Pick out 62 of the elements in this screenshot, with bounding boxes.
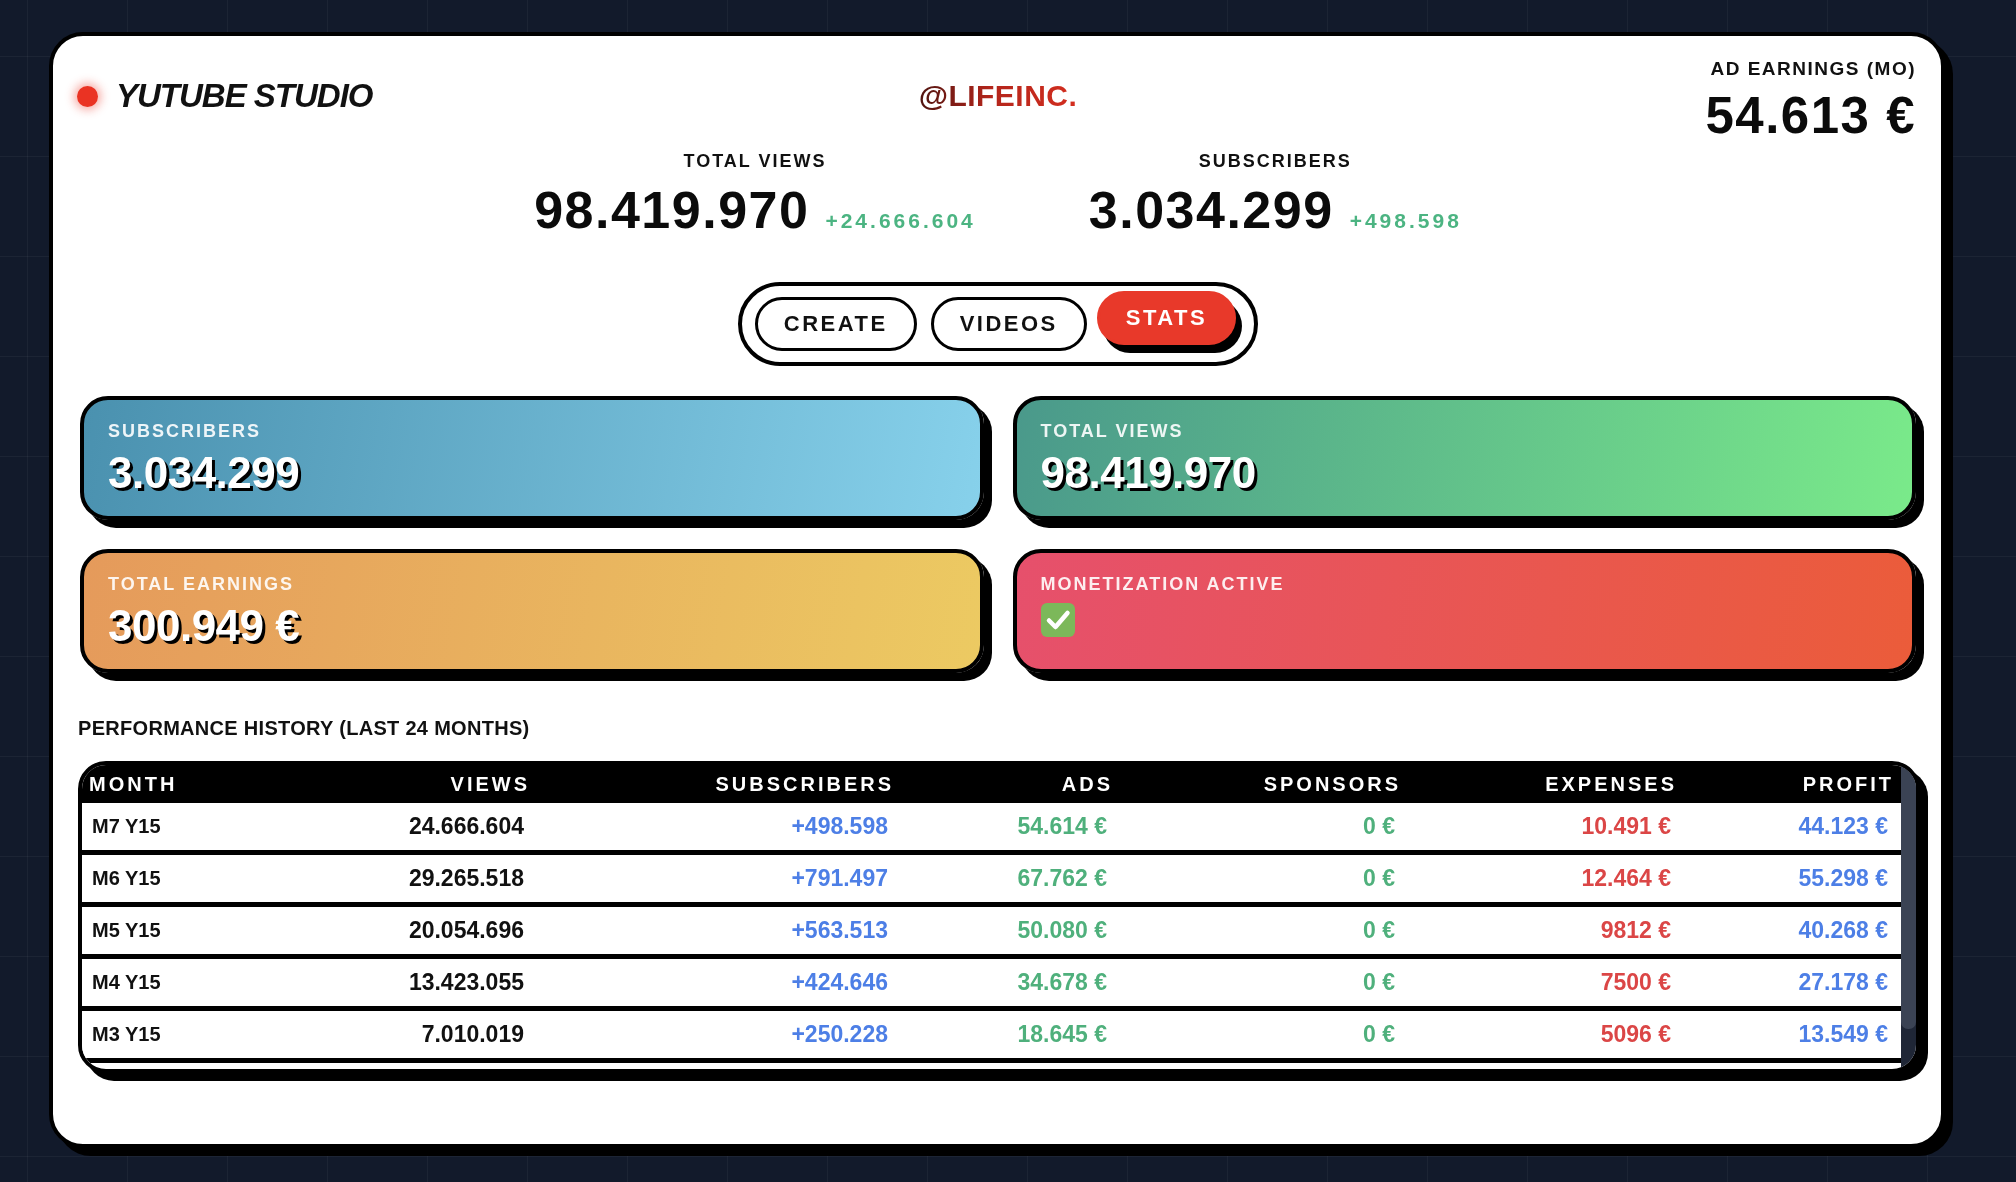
dot-icon xyxy=(77,85,98,107)
table-cell-text: M3 Y15 xyxy=(91,1023,162,1046)
column-header: VIEWS xyxy=(449,772,531,796)
table-cell-text: 18.645 € xyxy=(1016,1021,1108,1048)
table-cell-text: 54.614 € xyxy=(1016,813,1108,840)
stat-value: 98.419.970 xyxy=(534,184,810,236)
table-cell-text: M4 Y15 xyxy=(91,971,162,994)
table-cell-text: 10.491 € xyxy=(1580,813,1672,840)
table-cell-text: +424.646 xyxy=(790,969,889,996)
table-cell-text: 55.298 € xyxy=(1797,865,1889,892)
column-header: PROFIT xyxy=(1801,772,1895,796)
stat-label: SUBSCRIBERS xyxy=(1198,150,1352,172)
tab[interactable]: CREATE xyxy=(754,297,917,351)
table-cell-text: 20.054.696 xyxy=(407,917,525,944)
table-cell-text: 13.549 € xyxy=(1797,1021,1889,1048)
card-label: TOTAL VIEWS xyxy=(1040,420,1184,442)
table-cell-text: +563.513 xyxy=(790,917,889,944)
table-cell-text: 0 € xyxy=(1362,813,1396,840)
earnings-value: 54.613 € xyxy=(1705,90,1916,141)
table-cell-text: +498.598 xyxy=(790,813,889,840)
stat-delta: +24.666.604 xyxy=(825,209,976,233)
tab[interactable]: VIDEOS xyxy=(930,297,1087,351)
table-cell-text: 67.762 € xyxy=(1016,865,1108,892)
column-header: SUBSCRIBERS xyxy=(714,772,895,796)
table-cell-text: M5 Y15 xyxy=(91,919,162,942)
column-header: MONTH xyxy=(88,772,179,796)
table-cell-text: 34.678 € xyxy=(1016,969,1108,996)
table-cell-text: 0 € xyxy=(1362,865,1396,892)
table-cell-text: M7 Y15 xyxy=(91,815,162,838)
earnings-label: AD EARNINGS (MO) xyxy=(1710,58,1916,80)
card-label: MONETIZATION ACTIVE xyxy=(1040,573,1285,595)
card-label: SUBSCRIBERS xyxy=(108,420,262,442)
table-cell-text: 0 € xyxy=(1362,917,1396,944)
table-cell-text: 27.178 € xyxy=(1797,969,1889,996)
table-cell-text: 9812 € xyxy=(1599,917,1672,944)
table-cell-text: 29.265.518 xyxy=(407,865,525,892)
section-title: PERFORMANCE HISTORY (LAST 24 MONTHS) xyxy=(78,716,531,740)
column-header: ADS xyxy=(1060,772,1114,796)
table-cell-text: 12.464 € xyxy=(1580,865,1672,892)
card-label: TOTAL EARNINGS xyxy=(108,573,294,595)
table-cell-text: M6 Y15 xyxy=(91,867,162,890)
column-header: SPONSORS xyxy=(1262,772,1402,796)
table-cell-text: 13.423.055 xyxy=(407,969,525,996)
table-cell-text: 7500 € xyxy=(1599,969,1672,996)
table-cell-text: 50.080 € xyxy=(1016,917,1108,944)
stat-value: 3.034.299 xyxy=(1088,184,1334,236)
table-cell-text: +250.228 xyxy=(790,1021,889,1048)
table-cell-text: 40.268 € xyxy=(1797,917,1889,944)
table-cell-text: 0 € xyxy=(1362,1021,1396,1048)
table-cell-text: 44.123 € xyxy=(1797,813,1889,840)
app-title: YUTUBE STUDIO xyxy=(116,77,373,115)
table-cell-text: +791.497 xyxy=(790,865,889,892)
column-header: EXPENSES xyxy=(1544,772,1678,796)
table-cell-text: 5096 € xyxy=(1599,1021,1672,1048)
stat-label: TOTAL VIEWS xyxy=(683,150,827,172)
table-cell-text: 24.666.604 xyxy=(407,813,525,840)
table-cell-text: 0 € xyxy=(1362,969,1396,996)
card-value: 300.949 € xyxy=(108,604,300,648)
card-value: 3.034.299 xyxy=(108,451,300,495)
table-cell-text: 7.010.019 xyxy=(420,1021,525,1048)
card-value: 98.419.970 xyxy=(1040,451,1256,495)
stat-delta: +498.598 xyxy=(1349,209,1462,233)
